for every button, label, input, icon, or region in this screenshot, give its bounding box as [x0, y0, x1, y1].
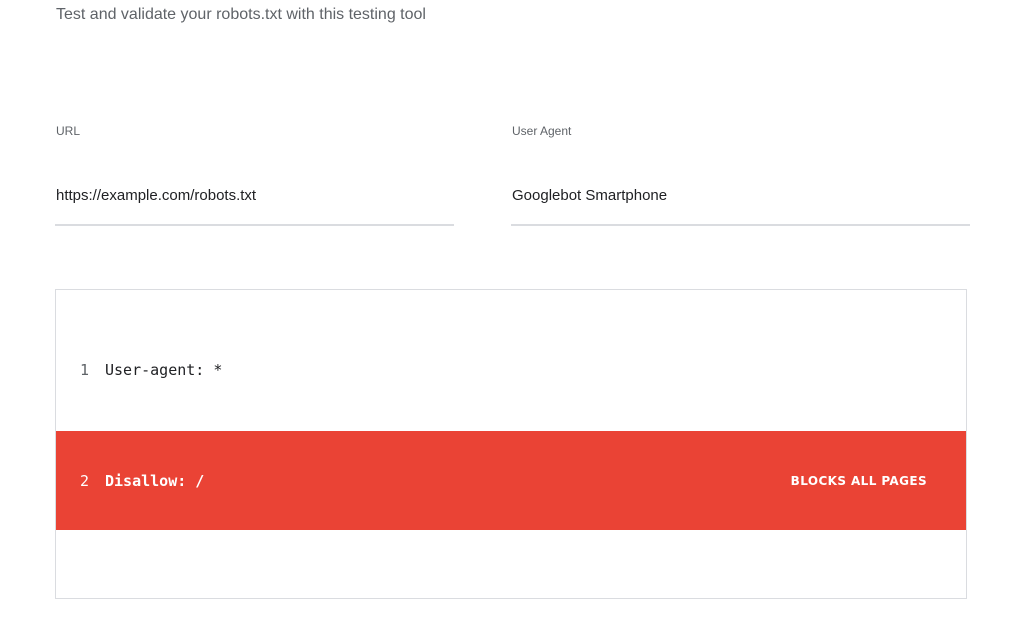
line-number: 1: [79, 361, 89, 379]
url-field-underline: [55, 224, 454, 226]
blocks-all-pages-badge: BLOCKS ALL PAGES: [790, 473, 927, 488]
line-text[interactable]: Disallow: /: [105, 472, 204, 490]
robots-txt-editor[interactable]: 1 User-agent: * 2 Disallow: / BLOCKS ALL…: [55, 289, 967, 599]
url-input[interactable]: https://example.com/robots.txt: [55, 186, 454, 206]
url-field-label: URL: [56, 124, 81, 138]
user-agent-field-label: User Agent: [512, 124, 572, 138]
user-agent-field-underline: [511, 224, 970, 226]
code-line[interactable]: 1 User-agent: *: [56, 350, 966, 390]
url-field[interactable]: URL https://example.com/robots.txt: [55, 124, 454, 226]
page-subtitle: Test and validate your robots.txt with t…: [56, 6, 426, 23]
user-agent-select[interactable]: Googlebot Smartphone: [511, 186, 970, 206]
code-line-blocked[interactable]: 2 Disallow: / BLOCKS ALL PAGES: [56, 431, 966, 530]
line-text[interactable]: User-agent: *: [105, 361, 222, 379]
robots-tester-page: Test and validate your robots.txt with t…: [0, 0, 1024, 629]
line-number: 2: [79, 471, 89, 490]
user-agent-field[interactable]: User Agent Googlebot Smartphone: [511, 124, 970, 226]
